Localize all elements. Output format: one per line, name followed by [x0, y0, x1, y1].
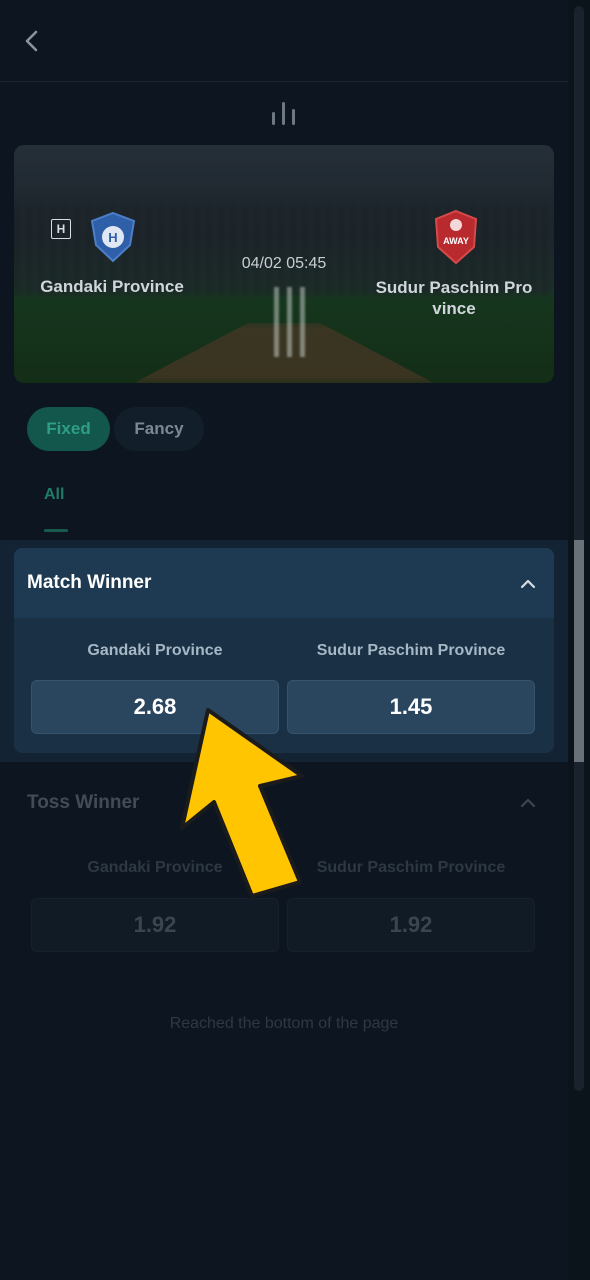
end-of-page-text: Reached the bottom of the page — [169, 1015, 399, 1032]
tab-fancy[interactable]: Fancy — [114, 407, 204, 451]
home-team-name: Gandaki Province — [40, 277, 184, 296]
runner-label: Gandaki Province — [87, 642, 223, 659]
home-badge: H — [51, 219, 71, 239]
market-type-tabs: Fixed Fancy — [27, 407, 204, 451]
svg-text:H: H — [108, 230, 117, 245]
chevron-up-icon[interactable] — [517, 573, 539, 595]
chevron-up-icon[interactable] — [517, 792, 539, 814]
away-logo-text: AWAY — [443, 236, 469, 246]
subtab-all[interactable]: All — [44, 486, 64, 504]
pointer-arrow-icon — [180, 708, 304, 898]
away-team-name: Sudur Paschim Pro vince — [375, 278, 533, 318]
market-title[interactable]: Toss Winner — [27, 792, 139, 814]
home-team-logo: H — [90, 211, 136, 263]
match-datetime: 04/02 05:45 — [241, 255, 327, 272]
chevron-left-icon — [25, 30, 38, 52]
subtab-active-indicator — [44, 529, 68, 532]
odds-button[interactable]: 1.92 — [31, 898, 279, 952]
scrollbar-thumb-highlight — [574, 540, 584, 762]
odds-button[interactable]: 1.92 — [287, 898, 535, 952]
odds-button[interactable]: 1.45 — [287, 680, 535, 734]
runner-label: Sudur Paschim Province — [316, 642, 506, 659]
runner-label: Sudur Paschim Province — [316, 859, 506, 876]
stats-button[interactable] — [270, 100, 298, 126]
stumps-background — [272, 287, 308, 357]
back-button[interactable] — [20, 28, 44, 54]
match-banner: H H AWAY Gandaki Province 04/02 05:45 Su… — [14, 145, 554, 383]
market-title: Match Winner — [27, 572, 152, 593]
tab-fixed[interactable]: Fixed — [27, 407, 110, 451]
bar-chart-icon — [272, 102, 295, 125]
away-team-logo: AWAY — [434, 209, 478, 265]
market-header[interactable]: Match Winner — [14, 548, 554, 618]
top-bar — [0, 0, 568, 82]
